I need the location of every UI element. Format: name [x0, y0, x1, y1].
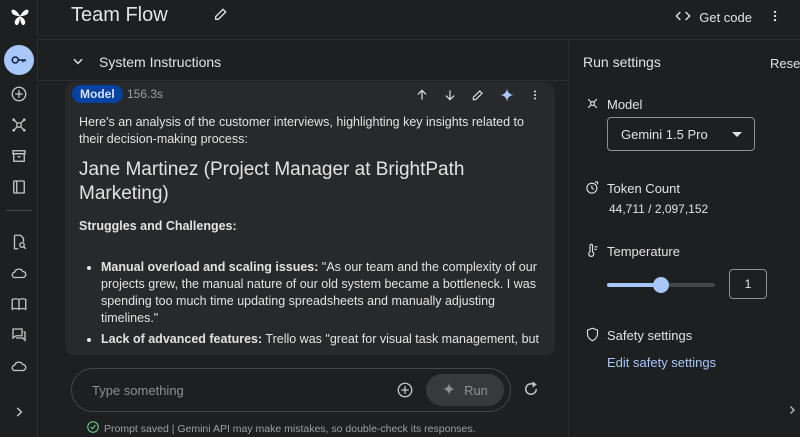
add-circle-icon[interactable]	[396, 381, 414, 404]
key-icon[interactable]	[4, 45, 34, 75]
saved-text: Prompt saved | Gemini API may make mista…	[104, 422, 476, 435]
list-item: Lack of advanced features: Trello was "g…	[101, 331, 545, 348]
page-title: Team Flow	[71, 4, 168, 26]
rail-divider	[6, 210, 32, 211]
bullet-bold: Manual overload and scaling issues:	[101, 260, 319, 274]
token-count-label: Token Count	[607, 181, 680, 196]
model-icon	[585, 96, 600, 116]
prompt-composer: Run	[71, 368, 511, 412]
bullet-text: Trello was "great for visual task manage…	[262, 332, 539, 346]
response-duration: 156.3s	[127, 87, 164, 101]
get-code-button[interactable]: Get code	[675, 8, 752, 27]
bullet-bold: Lack of advanced features:	[101, 332, 263, 346]
thermometer-icon	[585, 243, 600, 263]
left-rail	[0, 0, 38, 437]
edit-icon[interactable]	[471, 88, 485, 107]
caret-down-icon	[732, 132, 742, 137]
prompt-input[interactable]	[92, 380, 382, 400]
response-content: Here's an analysis of the customer inter…	[79, 114, 545, 352]
pencil-icon[interactable]	[213, 6, 229, 27]
check-circle-icon	[86, 420, 100, 437]
code-icon	[675, 8, 691, 27]
response-bullets: Manual overload and scaling issues: "As …	[79, 259, 545, 348]
message-toolbar	[415, 87, 541, 108]
run-settings-panel: Run settings Reset Model Gemini 1.5 Pro …	[568, 41, 800, 437]
model-label: Model	[607, 97, 643, 112]
chevron-right-icon[interactable]	[786, 403, 798, 422]
reset-button[interactable]: Reset	[770, 56, 800, 71]
sparkle-icon	[442, 382, 456, 399]
main-area: System Instructions Model 156.3s Here's …	[38, 41, 568, 437]
shield-icon	[585, 327, 600, 347]
role-badge: Model	[72, 85, 123, 103]
chevron-right-icon[interactable]	[5, 398, 33, 426]
more-vert-icon[interactable]	[529, 88, 541, 107]
list-item: Manual overload and scaling issues: "As …	[101, 259, 545, 327]
forum-icon[interactable]	[5, 321, 33, 349]
run-settings-title: Run settings	[583, 54, 661, 70]
doc-search-icon[interactable]	[5, 228, 33, 256]
response-subheading: Struggles and Challenges:	[79, 219, 237, 233]
get-code-label: Get code	[699, 10, 752, 25]
refresh-icon[interactable]	[522, 380, 540, 403]
more-vert-icon[interactable]	[768, 8, 782, 29]
system-instructions-label: System Instructions	[99, 54, 222, 70]
cloud-done-icon[interactable]	[5, 352, 33, 380]
arrow-down-icon[interactable]	[443, 88, 457, 107]
model-select[interactable]: Gemini 1.5 Pro	[607, 117, 755, 151]
response-intro: Here's an analysis of the customer inter…	[79, 115, 524, 146]
temperature-slider[interactable]	[607, 277, 715, 293]
token-count-icon	[585, 180, 600, 200]
cloud-icon[interactable]	[5, 259, 33, 287]
model-response-card: Model 156.3s Here's an analysis of the c…	[65, 82, 555, 355]
run-button[interactable]: Run	[426, 374, 504, 406]
slider-thumb[interactable]	[653, 277, 669, 293]
chevron-down-icon[interactable]	[71, 54, 85, 73]
tune-icon[interactable]	[5, 111, 33, 139]
response-heading: Jane Martinez (Project Manager at Bright…	[79, 159, 465, 204]
add-circle-icon[interactable]	[5, 80, 33, 108]
temperature-input[interactable]: 1	[729, 269, 767, 299]
arrow-up-icon[interactable]	[415, 88, 429, 107]
menu-book-icon[interactable]	[5, 290, 33, 318]
saved-status: Prompt saved | Gemini API may make mista…	[86, 420, 476, 437]
model-value: Gemini 1.5 Pro	[621, 127, 708, 142]
top-header: Team Flow Get code	[38, 0, 800, 40]
system-instructions-bar[interactable]: System Instructions	[38, 41, 568, 81]
token-count-value: 44,711 / 2,097,152	[609, 202, 709, 216]
run-label: Run	[464, 382, 488, 398]
archive-icon[interactable]	[5, 142, 33, 170]
logo-icon[interactable]	[8, 4, 32, 28]
book-icon[interactable]	[5, 173, 33, 201]
safety-settings-label: Safety settings	[607, 328, 693, 343]
edit-safety-settings-link[interactable]: Edit safety settings	[607, 355, 716, 370]
temperature-label: Temperature	[607, 244, 680, 259]
sparkle-icon[interactable]	[499, 87, 515, 108]
